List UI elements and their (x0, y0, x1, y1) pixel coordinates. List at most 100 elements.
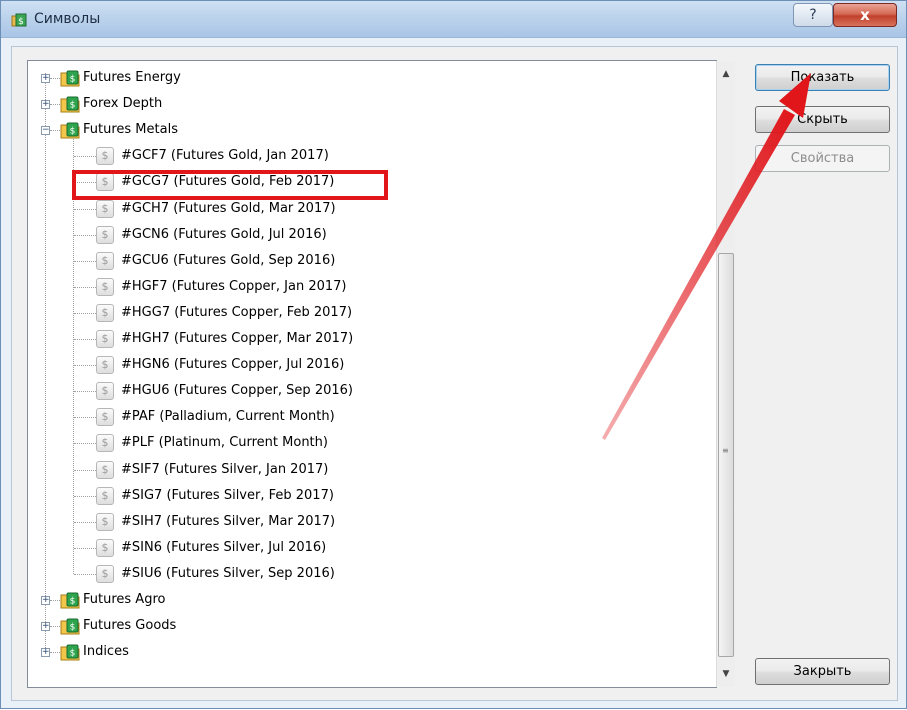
symbol-label: #SIG7 (Futures Silver, Feb 2017) (121, 487, 334, 503)
tree-group-item[interactable]: − $ Futures Metals (28, 117, 714, 143)
title-bar[interactable]: $ Символы ? x (1, 1, 906, 38)
tree-connector (74, 234, 96, 236)
expand-icon[interactable]: + (41, 100, 50, 110)
folder-dollar-icon: $ (60, 644, 80, 661)
folder-dollar-icon: $ (60, 96, 80, 113)
folder-dollar-icon: $ (60, 122, 80, 139)
expand-icon[interactable]: + (41, 648, 50, 658)
symbols-tree[interactable]: + $ Futures Energy + $ Forex Depth − $ Futures M… (27, 60, 717, 688)
dollar-icon: $ (96, 382, 114, 401)
scroll-grip-icon: ≡ (722, 446, 729, 455)
group-label: Indices (83, 644, 129, 660)
tree-connector (74, 547, 96, 549)
dollar-icon: $ (96, 277, 114, 296)
dollar-icon: $ (96, 303, 114, 322)
tree-scrollbar[interactable]: ▲ ≡ ▼ (716, 61, 735, 687)
group-label: Futures Agro (83, 592, 166, 607)
dollar-icon: $ (96, 251, 114, 270)
group-label: Futures Energy (83, 70, 181, 85)
dollar-icon: $ (96, 330, 114, 348)
properties-button[interactable]: Свойства (755, 145, 890, 172)
svg-text:$: $ (70, 597, 76, 607)
tree-connector (74, 521, 96, 523)
symbols-dialog: $ Символы ? x + $ Futures Energy + $ Forex De… (0, 0, 907, 709)
tree-connector (74, 339, 96, 340)
symbol-label: #PLF (Platinum, Current Month) (121, 435, 328, 451)
symbol-label: #HGN6 (Futures Copper, Jul 2016) (121, 357, 345, 373)
symbol-label: #HGF7 (Futures Copper, Jan 2017) (121, 278, 347, 294)
tree-connector (74, 260, 96, 262)
symbol-label: #GCU6 (Futures Gold, Sep 2016) (121, 252, 336, 268)
tree-symbol-item[interactable]: $ #HGU6 (Futures Copper, Sep 2016) (28, 378, 714, 404)
tree-symbol-item[interactable]: $ #GCN6 (Futures Gold, Jul 2016) (28, 222, 714, 248)
symbol-label: #HGU6 (Futures Copper, Sep 2016) (121, 383, 353, 399)
group-label: Futures Goods (83, 618, 177, 634)
collapse-icon[interactable]: − (41, 126, 50, 136)
tree-symbol-item[interactable]: $ #HGF7 (Futures Copper, Jan 2017) (28, 274, 714, 300)
tree-connector (74, 469, 96, 471)
tree-connector (74, 156, 96, 158)
svg-text:$: $ (70, 75, 76, 85)
tree-symbol-item[interactable]: $ #SIU6 (Futures Silver, Sep 2016) (28, 561, 714, 587)
tree-symbol-item[interactable]: $ #GCF7 (Futures Gold, Jan 2017) (28, 143, 714, 169)
tree-symbol-item[interactable]: $ #SIH7 (Futures Silver, Mar 2017) (28, 509, 714, 535)
dollar-icon: $ (96, 434, 114, 453)
tree-group-item[interactable]: + $ Forex Depth (28, 91, 714, 117)
svg-text:$: $ (70, 623, 76, 633)
dollar-icon: $ (96, 460, 114, 479)
group-label: Forex Depth (83, 96, 163, 112)
hide-button[interactable]: Скрыть (755, 106, 890, 133)
tree-connector (74, 208, 96, 210)
dollar-icon: $ (96, 408, 114, 427)
tree-group-item[interactable]: + $ Indices (28, 639, 714, 665)
tree-group-item[interactable]: + $ Futures Goods (28, 613, 714, 639)
dollar-icon: $ (96, 356, 114, 375)
tree-symbol-item[interactable]: $ #HGN6 (Futures Copper, Jul 2016) (28, 352, 714, 378)
tree-connector (50, 130, 60, 132)
scroll-up-arrow-icon[interactable]: ▲ (717, 64, 735, 84)
tree-symbol-item[interactable]: $ #HGH7 (Futures Copper, Mar 2017) (28, 326, 714, 352)
svg-text:$: $ (70, 127, 76, 137)
dollar-icon: $ (96, 564, 114, 583)
tree-symbol-item[interactable]: $ #PAF (Palladium, Current Month) (28, 404, 714, 430)
tree-connector (50, 626, 60, 628)
tree-connector (74, 443, 96, 445)
symbol-label: #GCN6 (Futures Gold, Jul 2016) (121, 226, 327, 242)
tree-connector (50, 78, 60, 79)
dollar-icon: $ (96, 199, 114, 218)
tree-symbol-item[interactable]: $ #GCU6 (Futures Gold, Sep 2016) (28, 248, 714, 274)
scroll-down-arrow-icon[interactable]: ▼ (717, 664, 735, 684)
show-button[interactable]: Показать (755, 64, 890, 91)
close-button[interactable]: Закрыть (755, 658, 890, 685)
tree-symbol-item[interactable]: $ #SIG7 (Futures Silver, Feb 2017) (28, 483, 714, 509)
tree-symbol-item[interactable]: $ #HGG7 (Futures Copper, Feb 2017) (28, 300, 714, 326)
tree-symbol-item[interactable]: $ #PLF (Platinum, Current Month) (28, 430, 714, 456)
help-button[interactable]: ? (793, 3, 833, 27)
tree-connector (74, 573, 96, 575)
symbol-label: #SIH7 (Futures Silver, Mar 2017) (121, 513, 336, 529)
symbol-label: #SIF7 (Futures Silver, Jan 2017) (121, 461, 329, 477)
expand-icon[interactable]: + (41, 596, 50, 605)
tree-connector (74, 365, 96, 367)
group-label: Futures Metals (83, 122, 178, 138)
expand-icon[interactable]: + (41, 622, 50, 632)
tree-symbol-item[interactable]: $ #SIN6 (Futures Silver, Jul 2016) (28, 535, 714, 561)
window-close-button[interactable]: x (833, 3, 897, 27)
dollar-icon: $ (96, 512, 114, 531)
tree-symbol-item[interactable]: $ #SIF7 (Futures Silver, Jan 2017) (28, 457, 714, 483)
tree-group-item[interactable]: + $ Futures Energy (28, 65, 714, 91)
svg-text:$: $ (70, 649, 76, 659)
scroll-thumb[interactable] (718, 253, 734, 657)
symbol-label: #HGH7 (Futures Copper, Mar 2017) (121, 331, 354, 346)
folder-dollar-icon: $ (60, 70, 80, 87)
folder-dollar-icon: $ (60, 618, 80, 635)
tree-group-item[interactable]: + $ Futures Agro (28, 587, 714, 613)
tree-connector (74, 495, 96, 497)
app-icon: $ (11, 13, 27, 27)
tree-connector (74, 417, 96, 419)
window-title: Символы (34, 11, 101, 27)
dollar-icon: $ (96, 486, 114, 505)
symbol-label: #SIU6 (Futures Silver, Sep 2016) (121, 565, 335, 581)
expand-icon[interactable]: + (41, 74, 50, 83)
svg-text:$: $ (70, 101, 76, 111)
